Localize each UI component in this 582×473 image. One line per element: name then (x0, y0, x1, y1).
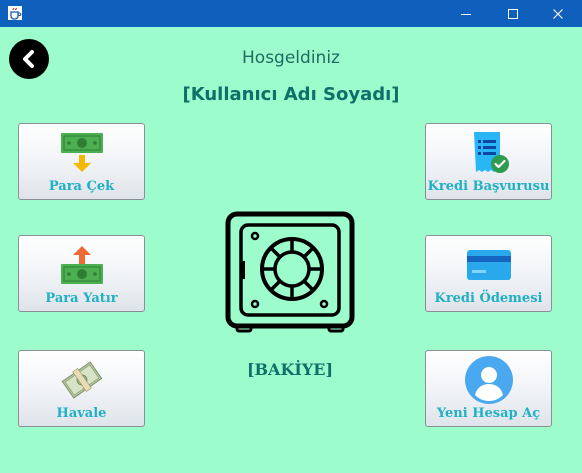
new-account-label: Yeni Hesap Aç (436, 406, 541, 421)
minimize-icon (460, 13, 471, 15)
window-titlebar (0, 0, 582, 27)
deposit-label: Para Yatır (45, 291, 118, 306)
money-withdraw-icon (60, 133, 103, 172)
loan-application-label: Kredi Başvurusu (427, 179, 550, 194)
money-bundle-icon (61, 361, 102, 399)
new-account-button[interactable]: Yeni Hesap Aç (425, 350, 552, 427)
money-deposit-icon (60, 246, 103, 284)
withdraw-label: Para Çek (48, 179, 115, 194)
transfer-button[interactable]: Havale (18, 350, 145, 427)
safe-icon (225, 211, 355, 333)
withdraw-button[interactable]: Para Çek (18, 123, 145, 200)
close-button[interactable] (535, 0, 580, 27)
transfer-label: Havale (56, 406, 107, 421)
java-cup-icon (8, 6, 22, 20)
loan-application-button[interactable]: Kredi Başvurusu (425, 123, 552, 200)
user-avatar-icon (464, 356, 513, 404)
balance-label: [BAKİYE] (246, 360, 334, 379)
maximize-button[interactable] (490, 0, 535, 27)
maximize-icon (507, 8, 518, 19)
loan-payment-button[interactable]: Kredi Ödemesi (425, 235, 552, 312)
credit-card-icon (466, 250, 511, 280)
minimize-button[interactable] (443, 0, 488, 27)
close-icon (552, 8, 563, 19)
deposit-button[interactable]: Para Yatır (18, 235, 145, 312)
welcome-text: Hosgeldiniz (242, 48, 340, 68)
loan-payment-label: Kredi Ödemesi (434, 291, 543, 306)
document-check-icon (473, 132, 509, 173)
user-name-label: [Kullanıcı Adı Soyadı] (182, 84, 400, 105)
